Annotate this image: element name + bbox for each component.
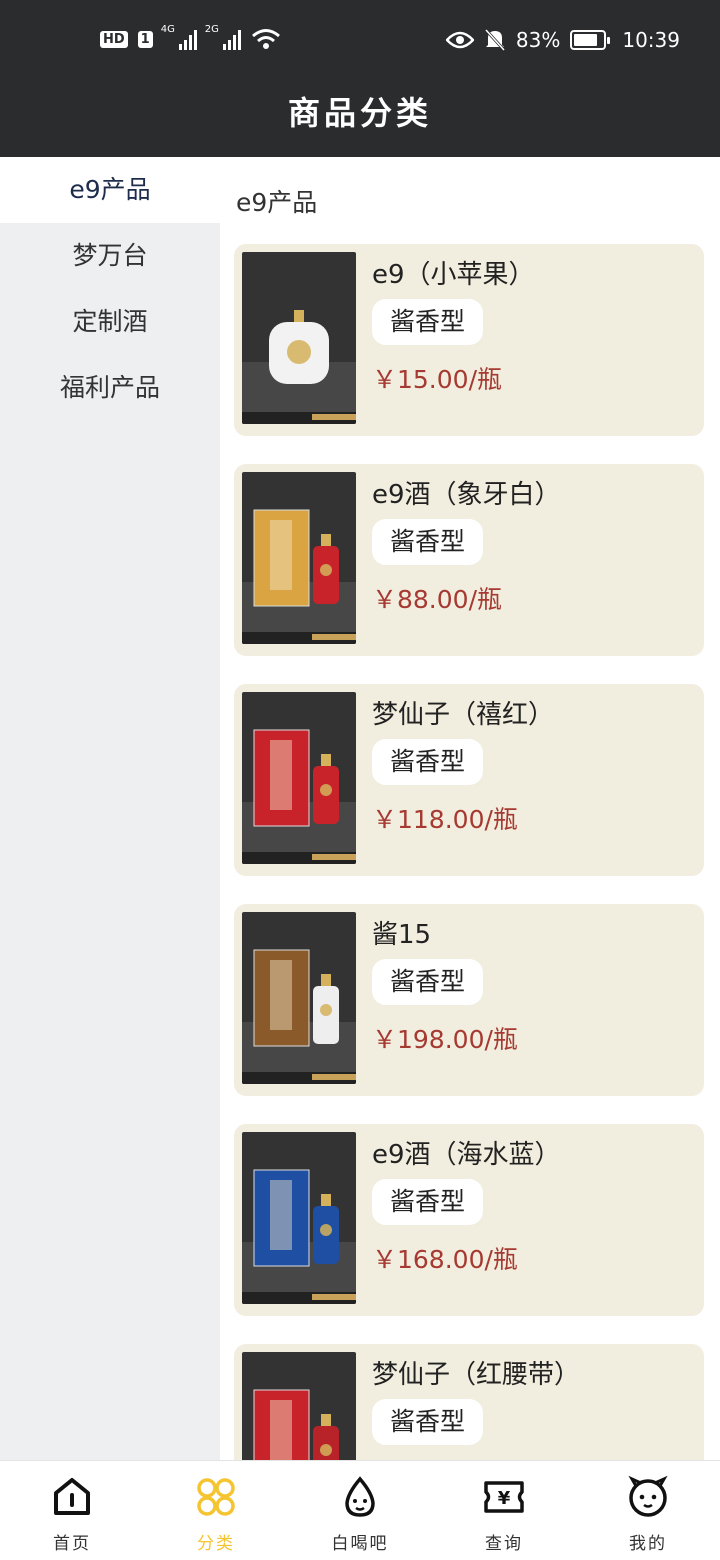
product-card[interactable]: e9酒（象牙白） 酱香型 ￥88.00/瓶 bbox=[234, 464, 704, 656]
sidebar-item-1[interactable]: 梦万台 bbox=[0, 223, 220, 289]
product-tag: 酱香型 bbox=[372, 959, 484, 1005]
sim-badge: 1 bbox=[137, 30, 153, 48]
product-tag: 酱香型 bbox=[372, 299, 484, 345]
product-name: 酱15 bbox=[372, 920, 432, 950]
product-card[interactable]: e9（小苹果） 酱香型 ￥15.00/瓶 bbox=[234, 244, 704, 436]
wifi-icon bbox=[251, 29, 280, 49]
product-image bbox=[242, 912, 356, 1084]
product-price: ￥198.00/瓶 bbox=[372, 1025, 518, 1054]
product-image bbox=[242, 1352, 356, 1460]
battery-icon bbox=[570, 30, 611, 50]
tab-label: 查询 bbox=[485, 1534, 523, 1554]
product-card[interactable]: e9酒（海水蓝） 酱香型 ￥168.00/瓶 bbox=[234, 1124, 704, 1316]
product-name: e9酒（象牙白） bbox=[372, 480, 561, 510]
drink-icon bbox=[338, 1475, 382, 1523]
product-name: e9酒（海水蓝） bbox=[372, 1140, 561, 1170]
product-list: e9产品 e9（小苹果） 酱香型 ￥15.00/瓶 e9酒（象牙白） 酱香型 ￥88.00… bbox=[220, 157, 720, 1460]
product-card[interactable]: 梦仙子（禧红） 酱香型 ￥118.00/瓶 bbox=[234, 684, 704, 876]
tab-home[interactable]: 首页 bbox=[0, 1461, 144, 1560]
product-price: ￥118.00/瓶 bbox=[372, 805, 518, 834]
product-price: ￥168.00/瓶 bbox=[372, 1245, 518, 1274]
battery-percent: 83% bbox=[515, 28, 561, 52]
product-price: ￥88.00/瓶 bbox=[372, 585, 502, 614]
product-name: e9（小苹果） bbox=[372, 260, 535, 290]
product-image bbox=[242, 252, 356, 424]
category-sidebar: e9产品 梦万台 定制酒 福利产品 bbox=[0, 157, 220, 1460]
product-name: 梦仙子（禧红） bbox=[372, 700, 555, 730]
tab-label: 白喝吧 bbox=[331, 1534, 389, 1554]
ticket-icon: ¥ bbox=[482, 1475, 526, 1523]
category-icon bbox=[194, 1475, 238, 1523]
tab-label: 首页 bbox=[53, 1534, 91, 1554]
section-title: e9产品 bbox=[236, 188, 318, 217]
tab-label: 分类 bbox=[197, 1534, 235, 1554]
home-icon bbox=[50, 1475, 94, 1523]
eye-icon bbox=[445, 31, 474, 49]
sidebar-item-0[interactable]: e9产品 bbox=[0, 157, 220, 223]
profile-icon bbox=[626, 1475, 670, 1523]
product-price: ￥15.00/瓶 bbox=[372, 365, 502, 394]
tab-profile[interactable]: 我的 bbox=[576, 1461, 720, 1560]
product-tag: 酱香型 bbox=[372, 1179, 484, 1225]
tab-ticket[interactable]: ¥ 查询 bbox=[432, 1461, 576, 1560]
svg-text:¥: ¥ bbox=[498, 1488, 511, 1509]
status-bar: HD 1 4G 2G 83% 10:39 bbox=[0, 22, 720, 62]
product-tag: 酱香型 bbox=[372, 519, 484, 565]
tab-drink[interactable]: 白喝吧 bbox=[288, 1461, 432, 1560]
product-image bbox=[242, 692, 356, 864]
mute-bell-icon bbox=[484, 28, 506, 52]
clock: 10:39 bbox=[622, 28, 680, 52]
product-tag: 酱香型 bbox=[372, 1399, 484, 1445]
sidebar-item-2[interactable]: 定制酒 bbox=[0, 289, 220, 355]
product-image bbox=[242, 472, 356, 644]
signal-icon: 2G bbox=[205, 24, 241, 50]
tab-category[interactable]: 分类 bbox=[144, 1461, 288, 1560]
hd-badge: HD bbox=[100, 30, 128, 48]
bottom-tab-bar: 首页 分类 白喝吧 ¥ 查询 我的 bbox=[0, 1460, 720, 1560]
page-title: 商品分类 bbox=[287, 94, 432, 132]
product-image bbox=[242, 1132, 356, 1304]
sidebar-item-3[interactable]: 福利产品 bbox=[0, 355, 220, 421]
product-card[interactable]: 梦仙子（红腰带） 酱香型 bbox=[234, 1344, 704, 1460]
product-card[interactable]: 酱15 酱香型 ￥198.00/瓶 bbox=[234, 904, 704, 1096]
product-name: 梦仙子（红腰带） bbox=[372, 1360, 581, 1390]
product-tag: 酱香型 bbox=[372, 739, 484, 785]
tab-label: 我的 bbox=[629, 1534, 667, 1554]
app-header: HD 1 4G 2G 83% 10:39 商品分类 bbox=[0, 0, 720, 157]
signal-icon: 4G bbox=[161, 24, 197, 50]
